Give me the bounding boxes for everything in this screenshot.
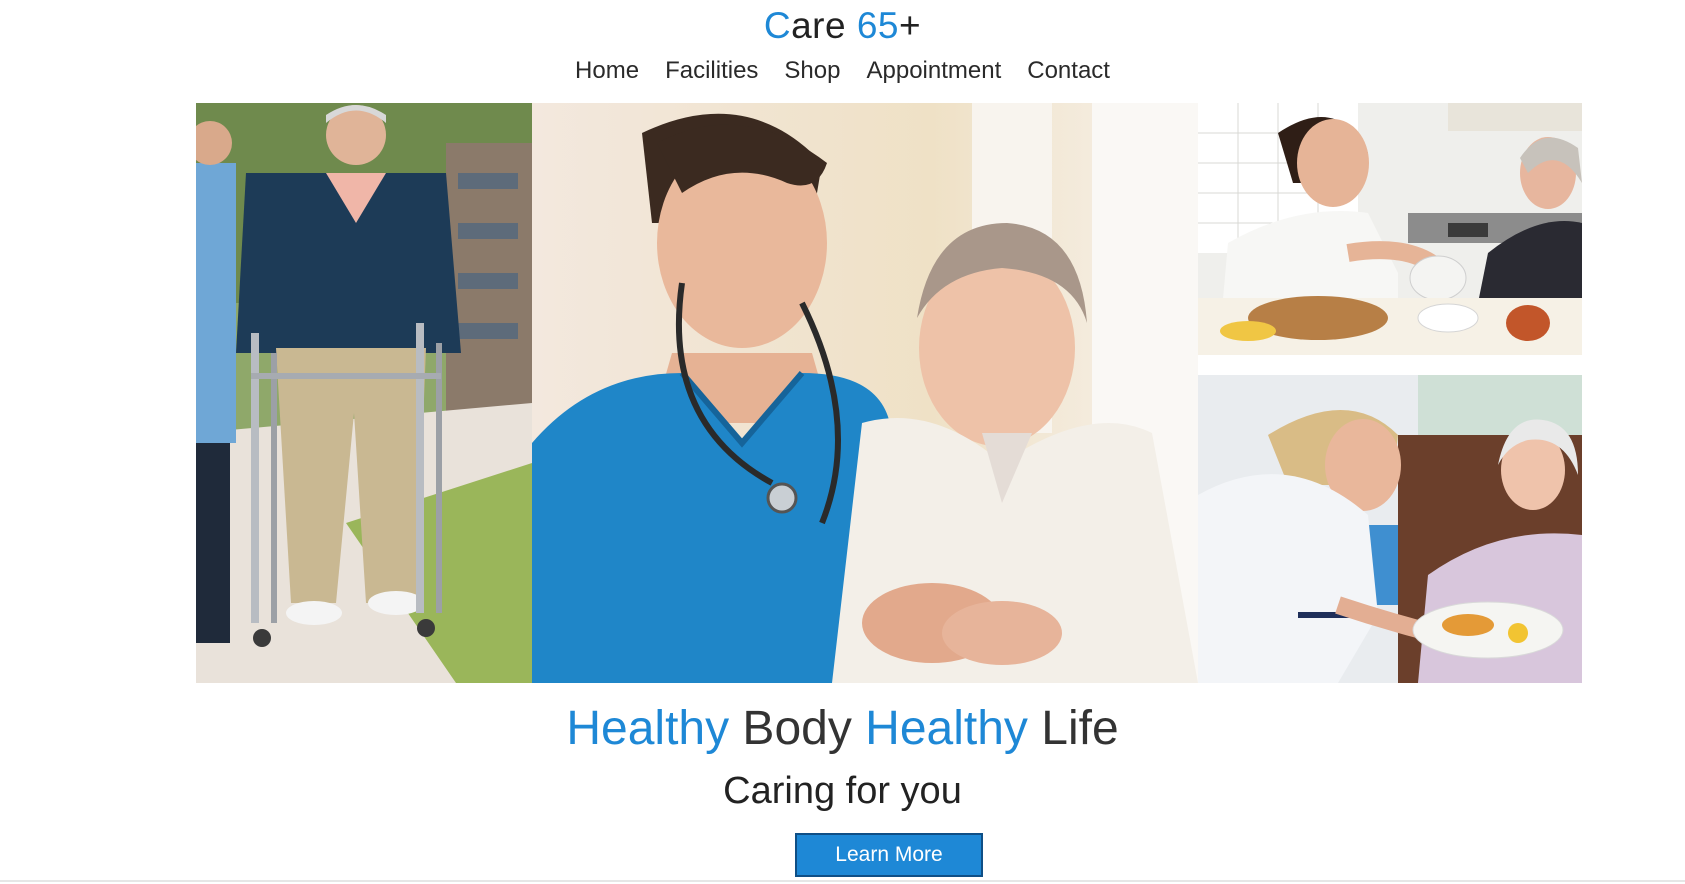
hero-image-nurse-with-patient [532, 103, 1198, 683]
logo-suffix: + [899, 5, 922, 46]
nav-home[interactable]: Home [575, 55, 639, 87]
headline-word-healthy-1: Healthy [566, 702, 730, 755]
hero-image-nurse-serving-meal [1198, 375, 1582, 683]
hero-headline: Healthy Body Healthy Life [0, 700, 1685, 758]
logo-letter-c: C [763, 5, 792, 46]
logo-text: are [791, 5, 857, 46]
hero-image-caregiver-serving-tea [1198, 103, 1582, 355]
page: Care 65+ Home Facilities Shop Appointmen… [0, 0, 1685, 884]
collage-divider [1198, 355, 1582, 375]
hero-subtitle: Caring for you [723, 770, 962, 812]
headline-word-body: Body [729, 702, 866, 755]
main-nav: Home Facilities Shop Appointment Contact [0, 55, 1685, 87]
learn-more-button[interactable]: Learn More [795, 833, 983, 877]
nav-facilities[interactable]: Facilities [665, 55, 758, 87]
hero-image-man-with-walker [196, 103, 532, 683]
logo-number: 65 [856, 5, 900, 46]
nav-contact[interactable]: Contact [1027, 55, 1110, 87]
nav-shop[interactable]: Shop [784, 55, 840, 87]
nav-appointment[interactable]: Appointment [866, 55, 1001, 87]
headline-word-healthy-2: Healthy [865, 702, 1028, 755]
site-logo[interactable]: Care 65+ [0, 4, 1685, 48]
hero-collage [196, 103, 1582, 683]
headline-word-life: Life [1027, 702, 1119, 755]
page-bottom-rule [0, 880, 1685, 882]
